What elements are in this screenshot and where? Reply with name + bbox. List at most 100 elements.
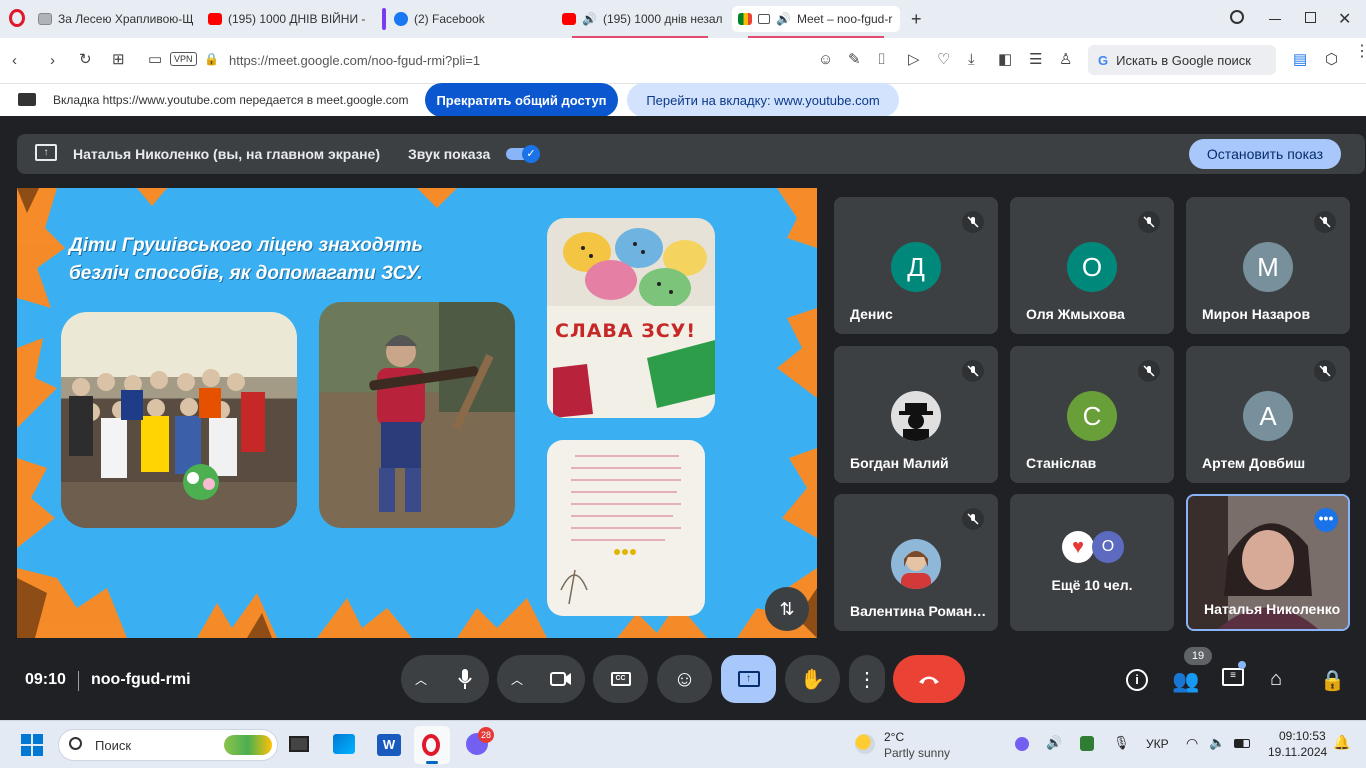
camera-icon[interactable]: ▭ [148, 52, 162, 68]
meeting-code: noo-fgud-rmi [91, 671, 191, 688]
divider [78, 671, 79, 691]
clock-time[interactable]: 09:10:53 [1279, 729, 1326, 743]
captions-button[interactable]: CC [593, 655, 648, 703]
speaker-icon[interactable]: 🔈 [1209, 735, 1225, 751]
sidebar-icon[interactable]: ▤ [1293, 52, 1307, 68]
participant-tile[interactable]: А Артем Довбиш [1186, 346, 1350, 483]
menu-dots-icon[interactable]: ⋮ [1354, 44, 1366, 60]
youtube-icon [562, 13, 576, 25]
avatar: Д [891, 242, 941, 292]
viber-tray-icon[interactable] [1015, 737, 1029, 751]
new-tab-button[interactable]: + [911, 9, 922, 30]
meet-stage: ↑ Наталья Николенко (вы, на главном экра… [0, 116, 1366, 720]
reactions-button[interactable]: ☺ [657, 655, 712, 703]
opera-logo-icon[interactable] [9, 9, 25, 27]
battery-icon[interactable] [1234, 739, 1250, 748]
leave-call-button[interactable] [893, 655, 965, 703]
more-options-icon[interactable]: ••• [1314, 508, 1338, 532]
search-tabs-icon[interactable] [1230, 10, 1244, 24]
opera-taskbar-icon[interactable] [414, 726, 450, 764]
close-icon[interactable]: ✕ [1338, 9, 1351, 29]
security-tray-icon[interactable] [1080, 736, 1094, 751]
wifi-icon[interactable]: ◠ [1186, 735, 1198, 752]
volume-tray-icon[interactable]: 🔊 [1046, 735, 1062, 751]
taskbar-search-box[interactable]: Поиск [58, 729, 278, 761]
language-indicator[interactable]: УКР [1146, 737, 1169, 751]
google-search-box[interactable]: G Искать в Google поиск [1088, 45, 1276, 75]
stop-sharing-button[interactable]: Прекратить общий доступ [425, 83, 618, 117]
participant-tile[interactable]: Д Денис [834, 197, 998, 334]
host-controls-icon[interactable]: 🔒 [1320, 668, 1345, 693]
mic-tray-icon[interactable]: 🎙 [1113, 735, 1130, 751]
windows-start-icon[interactable] [21, 734, 43, 756]
info-icon[interactable]: i [1126, 669, 1148, 691]
tabs-grid-icon[interactable]: ⊞ [112, 52, 125, 68]
speaker-icon: 🔊 [776, 12, 791, 26]
profile-icon[interactable]: ♙ [1059, 52, 1072, 68]
microphone-button[interactable] [449, 663, 481, 695]
participant-tile[interactable]: М Мирон Назаров [1186, 197, 1350, 334]
tab-youtube-1[interactable]: (195) 1000 ДНІВ ВІЙНИ - [202, 6, 372, 32]
more-options-button[interactable]: ⋮ [849, 655, 885, 703]
store-icon[interactable] [333, 734, 355, 754]
clock-date[interactable]: 19.11.2024 [1268, 745, 1327, 759]
minimize-icon[interactable] [1269, 19, 1281, 20]
audio-group: ︿ [401, 655, 489, 703]
easy-setup-icon[interactable]: ☰ [1029, 52, 1042, 68]
address-bar: ‹ › ↻ ⊞ ▭ VPN 🔒 https://meet.google.com/… [0, 38, 1366, 84]
participant-tile[interactable]: Богдан Малий [834, 346, 998, 483]
switch-to-tab-button[interactable]: Перейти на вкладку: www.youtube.com [627, 83, 899, 117]
tab-meet[interactable]: 🔊 Meet – noo-fgud-r [732, 6, 900, 32]
word-icon[interactable]: W [377, 734, 401, 756]
weather-icon[interactable] [855, 734, 875, 754]
participant-tile[interactable]: С Станіслав [1010, 346, 1174, 483]
youtube-icon [208, 13, 222, 25]
weather-desc: Partly sunny [884, 746, 951, 760]
chat-icon[interactable]: ≡ [1222, 668, 1244, 686]
notifications-bell-icon[interactable]: 🔔 [1333, 734, 1350, 751]
facebook-icon [394, 12, 408, 26]
emoji-icon[interactable]: ☺ [818, 52, 833, 68]
more-vert-icon: ⋮ [857, 668, 877, 691]
activities-icon[interactable]: ⌂ [1270, 668, 1282, 691]
participant-tile[interactable]: Валентина Романенко [834, 494, 998, 631]
tab-facebook[interactable]: (2) Facebook [388, 6, 556, 32]
swap-layout-button[interactable]: ⇅ [765, 587, 809, 631]
participant-tile[interactable]: О Оля Жмыхова [1010, 197, 1174, 334]
heart-icon[interactable]: ♡ [937, 52, 950, 68]
tab-separator [382, 8, 386, 30]
speaker-icon: 🔊 [582, 12, 597, 26]
restore-icon[interactable] [1305, 12, 1316, 23]
vpn-badge[interactable]: VPN [170, 52, 197, 66]
video-options-button[interactable]: ︿ [511, 671, 523, 688]
battery-saver-icon[interactable]: ◧ [998, 52, 1012, 68]
snapshot-icon[interactable]: ⌷ [877, 52, 886, 68]
raise-hand-button[interactable]: ✋ [785, 655, 840, 703]
present-button[interactable]: ↑ [721, 655, 776, 703]
send-icon[interactable]: ▷ [908, 52, 920, 68]
hat-avatar-icon [891, 391, 941, 441]
reload-icon[interactable]: ↻ [79, 52, 92, 68]
lock-icon[interactable]: 🔒 [204, 51, 219, 67]
people-icon[interactable]: 👥 [1172, 668, 1199, 694]
shared-presentation: Діти Грушівського ліцею знаходять безліч… [17, 188, 817, 638]
screen-share-icon [18, 93, 36, 106]
letter-photo [547, 440, 705, 616]
self-view-tile[interactable]: ••• Наталья Николенко [1186, 494, 1350, 631]
more-participants-tile[interactable]: ♥ О Ещё 10 чел. [1010, 494, 1174, 631]
audio-options-button[interactable]: ︿ [415, 671, 427, 688]
share-audio-toggle[interactable]: ✓ [506, 145, 542, 163]
camera-button[interactable] [545, 663, 577, 695]
edit-icon[interactable]: ✎ [848, 52, 861, 68]
mic-off-icon [1314, 360, 1336, 382]
url-field[interactable]: https://meet.google.com/noo-fgud-rmi?pli… [229, 53, 480, 68]
task-view-icon[interactable] [289, 736, 309, 752]
tab-document[interactable]: За Лесею Храпливою-Щ [32, 6, 202, 32]
forward-icon[interactable]: › [50, 53, 55, 69]
stop-presenting-button[interactable]: Остановить показ [1189, 139, 1341, 169]
video-camera-icon [550, 672, 571, 686]
download-icon[interactable]: ⤓ [968, 52, 975, 68]
tab-youtube-2[interactable]: 🔊 (195) 1000 днів незал [556, 6, 726, 32]
back-icon[interactable]: ‹ [12, 53, 17, 69]
extensions-icon[interactable]: ⬡ [1325, 52, 1338, 68]
